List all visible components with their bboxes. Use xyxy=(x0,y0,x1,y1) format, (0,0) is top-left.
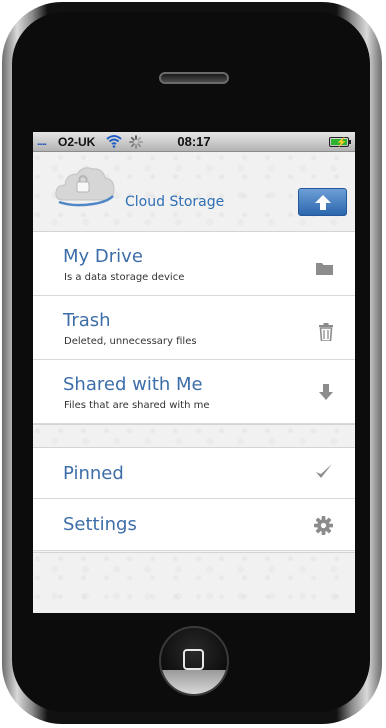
menu-item-subtitle: Deleted, unnecessary files xyxy=(64,336,197,347)
home-square-icon xyxy=(183,649,204,670)
menu-item-my-drive[interactable]: My Drive Is a data storage device xyxy=(33,232,355,296)
menu-item-pinned[interactable]: Pinned xyxy=(33,447,355,499)
menu-item-title: Settings xyxy=(63,514,137,535)
main-menu-list: My Drive Is a data storage device Trash … xyxy=(33,232,355,424)
earpiece-speaker xyxy=(159,72,229,84)
empty-background xyxy=(33,552,355,613)
app-title: Cloud Storage xyxy=(125,194,225,210)
menu-item-subtitle: Files that are shared with me xyxy=(64,400,210,411)
menu-item-title: Trash xyxy=(63,310,111,331)
status-time: 08:17 xyxy=(177,134,211,149)
bolt-icon: ⚡ xyxy=(336,137,348,147)
home-button-shine xyxy=(161,670,227,694)
download-arrow-icon xyxy=(319,384,333,400)
home-button[interactable] xyxy=(159,626,229,696)
battery-nub xyxy=(349,140,351,144)
menu-item-settings[interactable]: Settings xyxy=(33,499,355,551)
menu-item-subtitle: Is a data storage device xyxy=(64,272,185,283)
upload-button[interactable] xyxy=(298,188,347,216)
section-divider xyxy=(33,424,355,447)
phone-device: ..... O2-UK 08:17 ⚡ Cloud Storage My Dri… xyxy=(0,0,386,728)
menu-item-title: Pinned xyxy=(63,463,124,484)
trash-icon xyxy=(319,323,333,341)
menu-item-title: My Drive xyxy=(63,246,143,267)
folder-icon xyxy=(316,263,333,275)
app-header: Cloud Storage xyxy=(33,152,355,232)
app-screen: ..... O2-UK 08:17 ⚡ Cloud Storage My Dri… xyxy=(33,132,355,613)
gear-icon xyxy=(314,516,333,535)
secondary-menu-list: Pinned Settings xyxy=(33,447,355,551)
cloud-lock-icon xyxy=(55,167,115,207)
menu-item-title: Shared with Me xyxy=(63,374,203,395)
battery-charging-icon: ⚡ xyxy=(329,137,351,147)
checkmark-icon xyxy=(316,464,332,478)
menu-item-shared-with-me[interactable]: Shared with Me Files that are shared wit… xyxy=(33,360,355,424)
upload-arrow-icon xyxy=(315,195,331,210)
menu-item-trash[interactable]: Trash Deleted, unnecessary files xyxy=(33,296,355,360)
status-bar: ..... O2-UK 08:17 ⚡ xyxy=(33,132,355,152)
